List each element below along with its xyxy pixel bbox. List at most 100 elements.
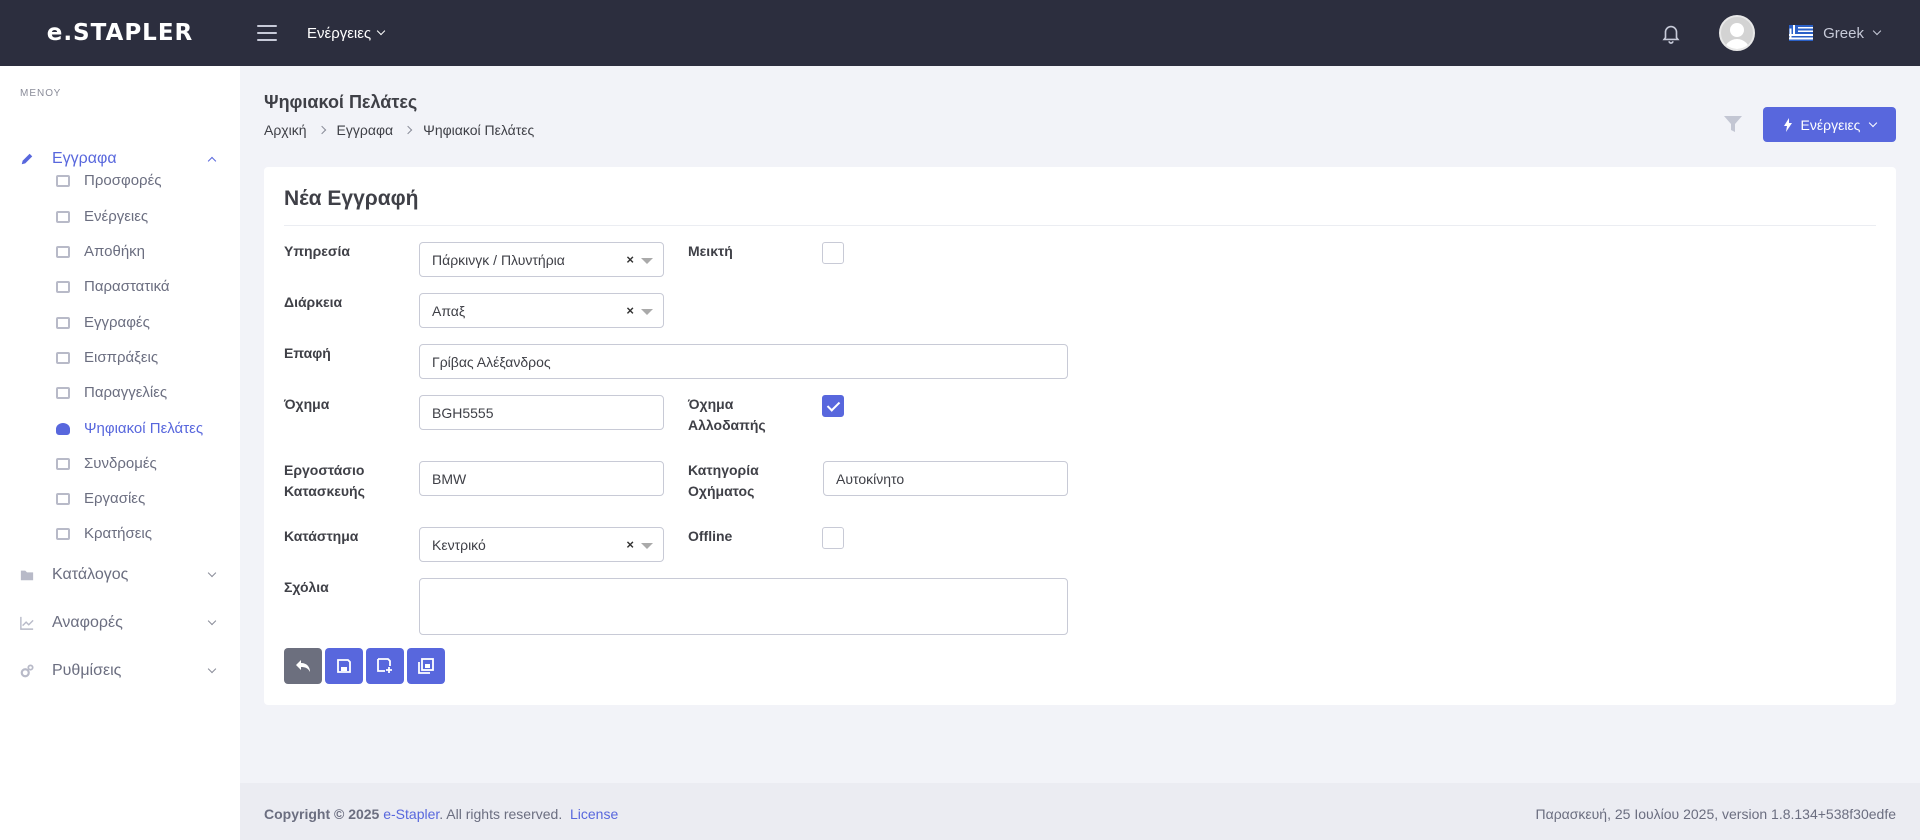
tags-icon xyxy=(56,492,70,505)
manufacturer-label: Εργοστάσιο Κατασκευής xyxy=(284,460,365,502)
save-plus-icon xyxy=(377,658,392,673)
sidebar-item-receipts[interactable]: Εισπράξεις xyxy=(0,340,240,375)
users-icon xyxy=(56,422,70,435)
sidebar-item-label: Αποθήκη xyxy=(84,243,146,260)
dropdown-arrow-icon xyxy=(641,258,653,264)
reply-icon xyxy=(296,660,310,672)
footer-copyright: Copyright © 2025 e-Stapler. All rights r… xyxy=(264,806,618,822)
divider xyxy=(284,225,1876,226)
sidebar-item-entries[interactable]: Εγγραφές xyxy=(0,305,240,340)
sidebar-item-warehouse[interactable]: Αποθήκη xyxy=(0,234,240,269)
save-button[interactable] xyxy=(325,648,363,684)
offline-label: Offline xyxy=(688,528,733,544)
chevron-down-icon xyxy=(1869,118,1878,127)
manufacturer-input[interactable]: BMW xyxy=(419,461,664,496)
clear-icon[interactable]: × xyxy=(626,303,634,318)
comments-label: Σχόλια xyxy=(284,579,329,595)
sidebar-group-settings[interactable]: Ρυθμίσεις xyxy=(0,651,240,691)
sidebar-item-tasks[interactable]: Εργασίες xyxy=(0,481,240,516)
vehicle-category-input[interactable]: Αυτοκίνητο xyxy=(823,461,1068,496)
license-link[interactable]: License xyxy=(570,806,618,822)
language-selector[interactable]: Greek xyxy=(1789,24,1882,42)
sidebar-item-label: Εισπράξεις xyxy=(84,349,159,366)
dropdown-arrow-icon xyxy=(641,543,653,549)
actions-button[interactable]: Ενέργειες xyxy=(1763,107,1896,142)
foreign-vehicle-label-line2: Αλλοδαπής xyxy=(688,417,766,433)
sidebar-item-subscriptions[interactable]: Συνδρομές xyxy=(0,446,240,481)
sidebar-group-label: Ρυθμίσεις xyxy=(52,662,122,679)
boxes-icon xyxy=(56,245,70,258)
top-bar: e.STAPLER Ενέργειες Greek xyxy=(0,0,1920,66)
clear-icon[interactable]: × xyxy=(626,537,634,552)
sidebar-item-actions[interactable]: Ενέργειες xyxy=(0,199,240,234)
service-value: Πάρκινγκ / Πλυντήρια xyxy=(432,251,565,268)
vehicle-value: BGH5555 xyxy=(432,404,494,421)
gears-icon xyxy=(20,664,34,678)
clear-icon[interactable]: × xyxy=(626,252,634,267)
service-select[interactable]: Πάρκινγκ / Πλυντήρια × xyxy=(419,242,664,277)
sidebar-item-orders[interactable]: Παραγγελίες xyxy=(0,375,240,410)
contact-input[interactable]: Γρίβας Αλέξανδρος xyxy=(419,344,1068,379)
service-label: Υπηρεσία xyxy=(284,243,350,259)
sidebar-item-offers[interactable]: Προσφορές xyxy=(0,163,240,198)
menu-toggle-icon[interactable] xyxy=(257,25,277,41)
actions-button-label: Ενέργειες xyxy=(1800,116,1861,133)
foreign-vehicle-label: Όχημα Αλλοδαπής xyxy=(688,394,766,436)
sidebar-group-label: Κατάλογος xyxy=(52,566,129,583)
save-and-close-button[interactable] xyxy=(407,648,445,684)
foreign-vehicle-label-line1: Όχημα xyxy=(688,396,734,412)
company-link[interactable]: e-Stapler xyxy=(383,806,439,822)
breadcrumb-current[interactable]: Ψηφιακοί Πελάτες xyxy=(423,122,534,138)
manufacturer-value: BMW xyxy=(432,470,467,487)
duration-select[interactable]: Απαξ × xyxy=(419,293,664,328)
chevron-down-icon xyxy=(207,568,217,578)
chevron-down-icon xyxy=(207,616,217,626)
vehicle-category-label-line1: Κατηγορία xyxy=(688,462,759,478)
user-avatar[interactable] xyxy=(1719,15,1756,51)
mixed-checkbox[interactable] xyxy=(822,242,844,264)
chevron-right-icon xyxy=(317,125,326,135)
brand-logo[interactable]: e.STAPLER xyxy=(0,20,240,46)
offline-checkbox[interactable] xyxy=(822,527,844,549)
duration-label: Διάρκεια xyxy=(284,294,343,310)
greek-flag-icon xyxy=(1789,25,1814,41)
footer-version: Παρασκευή, 25 Ιουλίου 2025, version 1.8.… xyxy=(1535,806,1897,822)
language-label: Greek xyxy=(1823,24,1864,42)
sidebar-item-label: Παραστατικά xyxy=(84,278,170,295)
sidebar: ΜΕΝΟΥ Εγγραφα Προσφορές Ενέργειες Αποθήκ… xyxy=(0,66,240,840)
save-icon xyxy=(337,659,351,673)
breadcrumb-home[interactable]: Αρχική xyxy=(264,122,307,138)
sidebar-group-reports[interactable]: Αναφορές xyxy=(0,603,240,643)
store-select[interactable]: Κεντρικό × xyxy=(419,527,664,562)
save-and-new-button[interactable] xyxy=(366,648,404,684)
menu-caption: ΜΕΝΟΥ xyxy=(20,88,62,99)
sidebar-item-label: Συνδρομές xyxy=(84,455,157,472)
footer: Copyright © 2025 e-Stapler. All rights r… xyxy=(240,783,1920,840)
filter-icon[interactable] xyxy=(1723,114,1743,134)
sidebar-item-digital-customers[interactable]: Ψηφιακοί Πελάτες xyxy=(0,411,240,446)
chevron-down-icon xyxy=(207,664,217,674)
store-value: Κεντρικό xyxy=(432,536,486,553)
page-title: Ψηφιακοί Πελάτες xyxy=(264,92,418,112)
back-button[interactable] xyxy=(284,648,322,684)
vehicle-input[interactable]: BGH5555 xyxy=(419,395,664,430)
sidebar-item-label: Ψηφιακοί Πελάτες xyxy=(84,420,204,437)
sidebar-item-invoices[interactable]: Παραστατικά xyxy=(0,269,240,304)
vehicle-category-label: Κατηγορία Οχήματος xyxy=(688,460,759,502)
sidebar-item-bookings[interactable]: Κρατήσεις xyxy=(0,516,240,551)
save-copy-icon xyxy=(418,658,434,674)
chevron-right-icon xyxy=(403,125,413,135)
list-icon xyxy=(56,316,70,329)
mixed-label: Μεικτή xyxy=(688,243,733,259)
comments-textarea[interactable] xyxy=(419,578,1068,635)
sidebar-item-label: Ενέργειες xyxy=(84,208,149,225)
form-card: Νέα Εγγραφή Υπηρεσία Πάρκινγκ / Πλυντήρι… xyxy=(264,167,1896,705)
foreign-vehicle-checkbox[interactable] xyxy=(822,395,844,417)
vehicle-category-value: Αυτοκίνητο xyxy=(836,470,905,487)
top-actions-dropdown[interactable]: Ενέργειες xyxy=(307,25,386,42)
book-icon xyxy=(56,174,70,187)
bolt-icon xyxy=(1783,117,1792,132)
sidebar-group-catalog[interactable]: Κατάλογος xyxy=(0,555,240,595)
bell-icon[interactable] xyxy=(1660,22,1682,44)
breadcrumb-documents[interactable]: Εγγραφα xyxy=(337,122,394,138)
